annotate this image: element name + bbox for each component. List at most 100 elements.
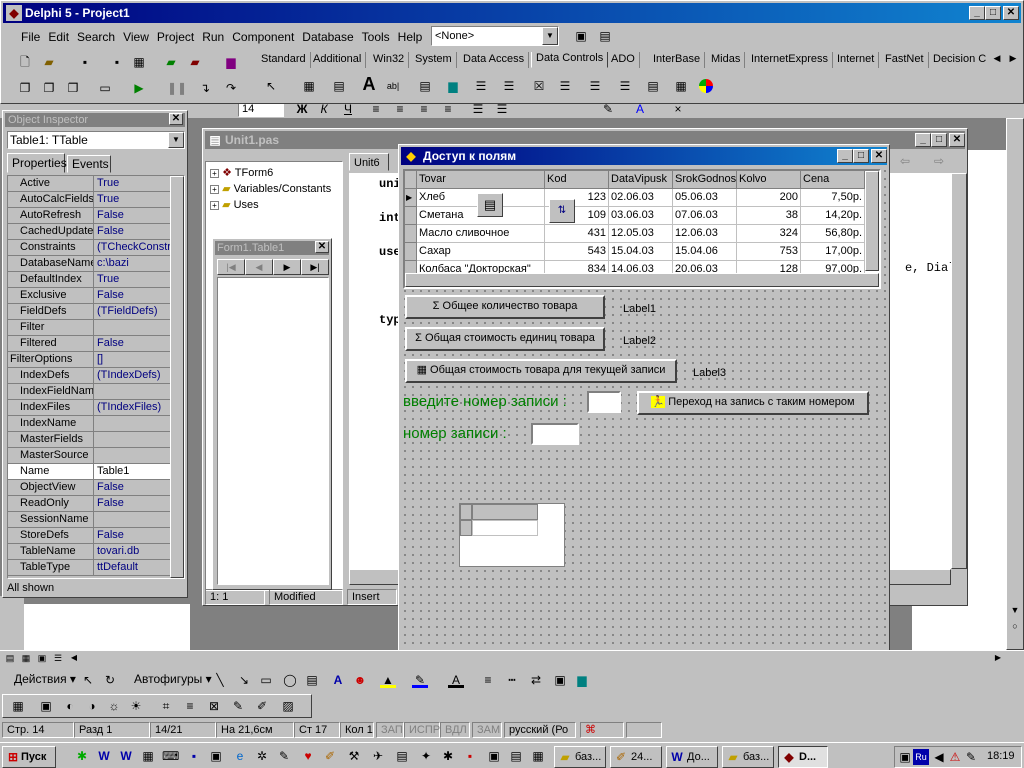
oi-property-value[interactable] xyxy=(95,432,182,448)
menu-project[interactable]: Project xyxy=(153,28,198,46)
oi-property-row[interactable]: SessionName xyxy=(8,512,182,528)
maximize-button[interactable]: □ xyxy=(985,6,1001,20)
tree-item-tform6[interactable]: + ❖ TForm6 xyxy=(210,166,273,179)
table-cell[interactable]: 12.06.03 xyxy=(673,225,737,243)
tab-system[interactable]: System xyxy=(411,52,457,68)
record-number-output[interactable] xyxy=(531,423,579,445)
oi-property-row[interactable]: IndexDefs (TIndexDefs) xyxy=(8,368,182,384)
ql-calc-icon[interactable]: ▦ xyxy=(140,748,156,764)
dbrichedit-icon[interactable]: ▤ xyxy=(645,78,661,94)
prior-record-icon[interactable]: ◀ xyxy=(245,259,273,275)
ql-misc3-icon[interactable]: ▪ xyxy=(462,748,478,764)
font-color-icon[interactable]: A xyxy=(632,104,648,117)
help-book-icon[interactable]: ▆ xyxy=(223,54,239,70)
ql-paint-icon[interactable]: ✎ xyxy=(276,748,292,764)
ql-word2-icon[interactable]: W xyxy=(118,748,134,764)
table-cell[interactable]: Сахар xyxy=(417,243,545,261)
oi-property-value[interactable] xyxy=(95,416,182,432)
menu-search[interactable]: Search xyxy=(73,28,119,46)
open-project-icon[interactable]: ▦ xyxy=(131,54,147,70)
new-form-icon[interactable]: ▭ xyxy=(97,80,113,96)
justify-icon[interactable]: ≡ xyxy=(440,104,456,117)
tab-decision-cube[interactable]: Decision C xyxy=(929,52,987,68)
ql-misc2-icon[interactable]: ✱ xyxy=(440,748,456,764)
string-grid-cell[interactable] xyxy=(472,520,538,536)
tab-data-access[interactable]: Data Access xyxy=(459,52,530,68)
toggle-form-unit-icon[interactable]: ❐ xyxy=(65,80,81,96)
table-cell[interactable]: 15.04.03 xyxy=(609,243,673,261)
goto-record-button[interactable]: 🏃 Переход на запись с таким номером xyxy=(637,391,869,415)
tree-expand-icon[interactable]: + xyxy=(210,185,219,194)
oi-property-row[interactable]: Constraints (TCheckConstra xyxy=(8,240,182,256)
table-cell[interactable]: 05.06.03 xyxy=(673,189,737,207)
form-close-button[interactable]: ✕ xyxy=(871,149,887,163)
table-row[interactable]: Сахар 543 15.04.03 15.04.06 753 17,00р. xyxy=(405,243,865,261)
ql-disk-icon[interactable]: ▪ xyxy=(186,748,202,764)
insert-picture-icon[interactable]: ▦ xyxy=(10,698,26,714)
grid-col-header[interactable]: Kod xyxy=(545,171,609,189)
oi-close-button[interactable]: ✕ xyxy=(169,113,183,125)
browse-object-icon[interactable]: ○ xyxy=(1007,618,1023,634)
reset-picture-icon[interactable]: ▨ xyxy=(280,698,296,714)
oi-property-value[interactable]: False xyxy=(95,480,182,496)
editor-maximize-button[interactable]: □ xyxy=(931,133,947,147)
set-transparent-icon[interactable]: ✐ xyxy=(254,698,270,714)
tray-antivirus-icon[interactable]: ⚠ xyxy=(947,749,963,765)
font-color-draw-icon[interactable]: A xyxy=(448,672,464,688)
menu-file[interactable]: File xyxy=(17,28,44,46)
align-right-icon[interactable]: ≡ xyxy=(416,104,432,117)
save-all-icon[interactable]: ▪ xyxy=(109,54,125,70)
editor-close-button[interactable]: ✕ xyxy=(949,133,965,147)
oi-property-row[interactable]: TableType ttDefault xyxy=(8,560,182,576)
oi-property-row[interactable]: AutoRefresh False xyxy=(8,208,182,224)
line-icon[interactable]: ╲ xyxy=(212,672,228,688)
db-grid[interactable]: Tovar Kod DataVipusk SrokGodnos Kolvo Ce… xyxy=(403,169,881,289)
ql-brush-icon[interactable]: ✐ xyxy=(322,748,338,764)
task-button-folder2[interactable]: ▰ баз... xyxy=(722,746,774,768)
tab-win32[interactable]: Win32 xyxy=(369,52,410,68)
form-maximize-button[interactable]: □ xyxy=(853,149,869,163)
tab-fastnet[interactable]: FastNet xyxy=(881,52,929,68)
dbcombobox-icon[interactable]: ☰ xyxy=(501,78,517,94)
menu-view[interactable]: View xyxy=(119,28,153,46)
grid-vscroll[interactable] xyxy=(865,171,879,271)
ql-jet-icon[interactable]: ✈ xyxy=(370,748,386,764)
menu-tools[interactable]: Tools xyxy=(358,28,394,46)
more-brightness-icon[interactable]: ☼ xyxy=(106,698,122,714)
oi-property-value[interactable]: False xyxy=(95,208,182,224)
oi-property-row[interactable]: DefaultIndex True xyxy=(8,272,182,288)
word-vscroll[interactable] xyxy=(1006,118,1024,650)
oi-property-value[interactable]: True xyxy=(95,192,182,208)
tab-interbase[interactable]: InterBase xyxy=(649,52,706,68)
image-control-icon[interactable]: ▣ xyxy=(38,698,54,714)
autoshapes-menu[interactable]: Автофигуры ▾ xyxy=(134,672,212,686)
ql-cards-icon[interactable]: ♥ xyxy=(300,748,316,764)
ql-play-icon[interactable]: ▤ xyxy=(394,748,410,764)
dbradiogroup-icon[interactable]: ☰ xyxy=(557,78,573,94)
table-cell[interactable]: 03.06.03 xyxy=(609,207,673,225)
oi-property-value[interactable] xyxy=(95,512,182,528)
line-style-icon[interactable]: ≡ xyxy=(480,672,496,688)
oi-property-value[interactable]: (TIndexDefs) xyxy=(95,368,182,384)
ql-misc4-icon[interactable]: ▣ xyxy=(486,748,502,764)
italic-icon[interactable]: К xyxy=(316,104,332,117)
dblistbox-icon[interactable]: ☰ xyxy=(473,78,489,94)
align-center-icon[interactable]: ≡ xyxy=(392,104,408,117)
close-x-icon[interactable]: × xyxy=(670,104,686,117)
oi-property-value[interactable]: [] xyxy=(95,352,182,368)
oi-property-row[interactable]: MasterFields xyxy=(8,432,182,448)
tab-additional[interactable]: Additional xyxy=(309,52,367,68)
editor-minimize-button[interactable]: _ xyxy=(915,133,931,147)
oi-property-value[interactable]: (TIndexFiles) xyxy=(95,400,182,416)
oi-property-row[interactable]: FilterOptions[] xyxy=(8,352,182,368)
oi-property-row[interactable]: IndexName xyxy=(8,416,182,432)
editor-vscroll[interactable] xyxy=(951,173,967,569)
font-size-field[interactable]: 14 xyxy=(238,104,284,117)
bullets-icon[interactable]: ☰ xyxy=(494,104,510,117)
3d-icon[interactable]: ▆ xyxy=(574,672,590,688)
less-brightness-icon[interactable]: ☀ xyxy=(128,698,144,714)
tree-expand-icon[interactable]: + xyxy=(210,201,219,210)
dash-style-icon[interactable]: ┅ xyxy=(504,672,520,688)
start-button[interactable]: ⊞ Пуск xyxy=(2,746,56,768)
oi-property-row[interactable]: IndexFieldName xyxy=(8,384,182,400)
